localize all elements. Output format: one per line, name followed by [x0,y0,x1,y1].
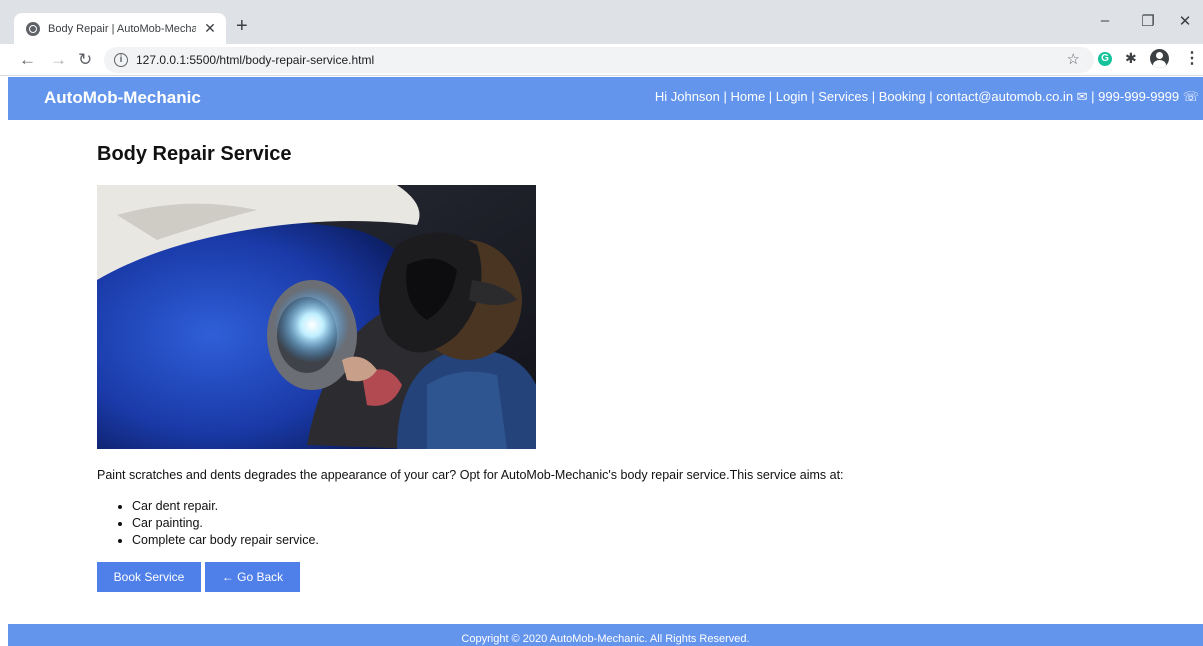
grammarly-extension-icon[interactable]: G [1098,52,1112,66]
back-arrow-icon[interactable]: ← [19,49,36,71]
list-item: Car painting. [132,515,319,532]
browser-tab-bar: Body Repair | AutoMob-Mechanic ✕ + – ❐ ✕ [0,0,1203,44]
close-tab-icon[interactable]: ✕ [202,20,218,37]
body-repair-welder-image [97,185,536,449]
brand-logo-text[interactable]: AutoMob-Mechanic [44,88,201,108]
site-header: AutoMob-Mechanic Hi Johnson | Home | Log… [8,77,1203,120]
list-item: Car dent repair. [132,498,319,515]
site-footer: Copyright © 2020 AutoMob-Mechanic. All R… [8,624,1203,646]
nav-link-login[interactable]: Login [776,89,808,104]
extensions-puzzle-icon[interactable]: ✱ [1125,50,1137,67]
close-window-icon[interactable]: ✕ [1170,12,1200,30]
list-item: Complete car body repair service. [132,532,319,549]
nav-link-booking[interactable]: Booking [879,89,926,104]
contact-phone: 999-999-9999 ☏ [1098,89,1199,104]
browser-toolbar: ← → ↻ i 127.0.0.1:5500/html/body-repair-… [0,44,1203,76]
go-back-button[interactable]: ← Go Back [205,562,300,592]
kebab-menu-icon[interactable]: ⋮ [1184,48,1200,68]
nav-link-services[interactable]: Services [818,89,868,104]
star-icon[interactable]: ☆ [1067,50,1080,68]
intro-text: Paint scratches and dents degrades the a… [97,468,844,482]
address-bar[interactable]: i 127.0.0.1:5500/html/body-repair-servic… [104,47,1094,73]
restore-icon[interactable]: ❐ [1133,12,1163,30]
browser-tab[interactable]: Body Repair | AutoMob-Mechanic ✕ [14,13,226,44]
forward-arrow-icon[interactable]: → [50,49,67,71]
profile-icon[interactable] [1150,49,1169,68]
contact-email-link[interactable]: contact@automob.co.in ✉ [936,89,1087,104]
greeting-text: Hi Johnson [654,89,720,104]
reload-icon[interactable]: ↻ [78,49,92,71]
copyright-text: Copyright © 2020 AutoMob-Mechanic. All R… [461,633,750,645]
features-list: Car dent repair. Car painting. Complete … [132,498,319,549]
url-text: 127.0.0.1:5500/html/body-repair-service.… [136,53,375,67]
globe-icon [26,21,40,36]
book-service-button[interactable]: Book Service [97,562,201,592]
top-nav: Hi Johnson | Home | Login | Services | B… [654,89,1199,104]
new-tab-button[interactable]: + [236,15,248,37]
page-title: Body Repair Service [97,143,292,165]
info-icon[interactable]: i [114,53,128,67]
minimize-icon[interactable]: – [1090,12,1120,29]
tab-title: Body Repair | AutoMob-Mechanic [48,22,196,35]
nav-link-home[interactable]: Home [731,89,766,104]
